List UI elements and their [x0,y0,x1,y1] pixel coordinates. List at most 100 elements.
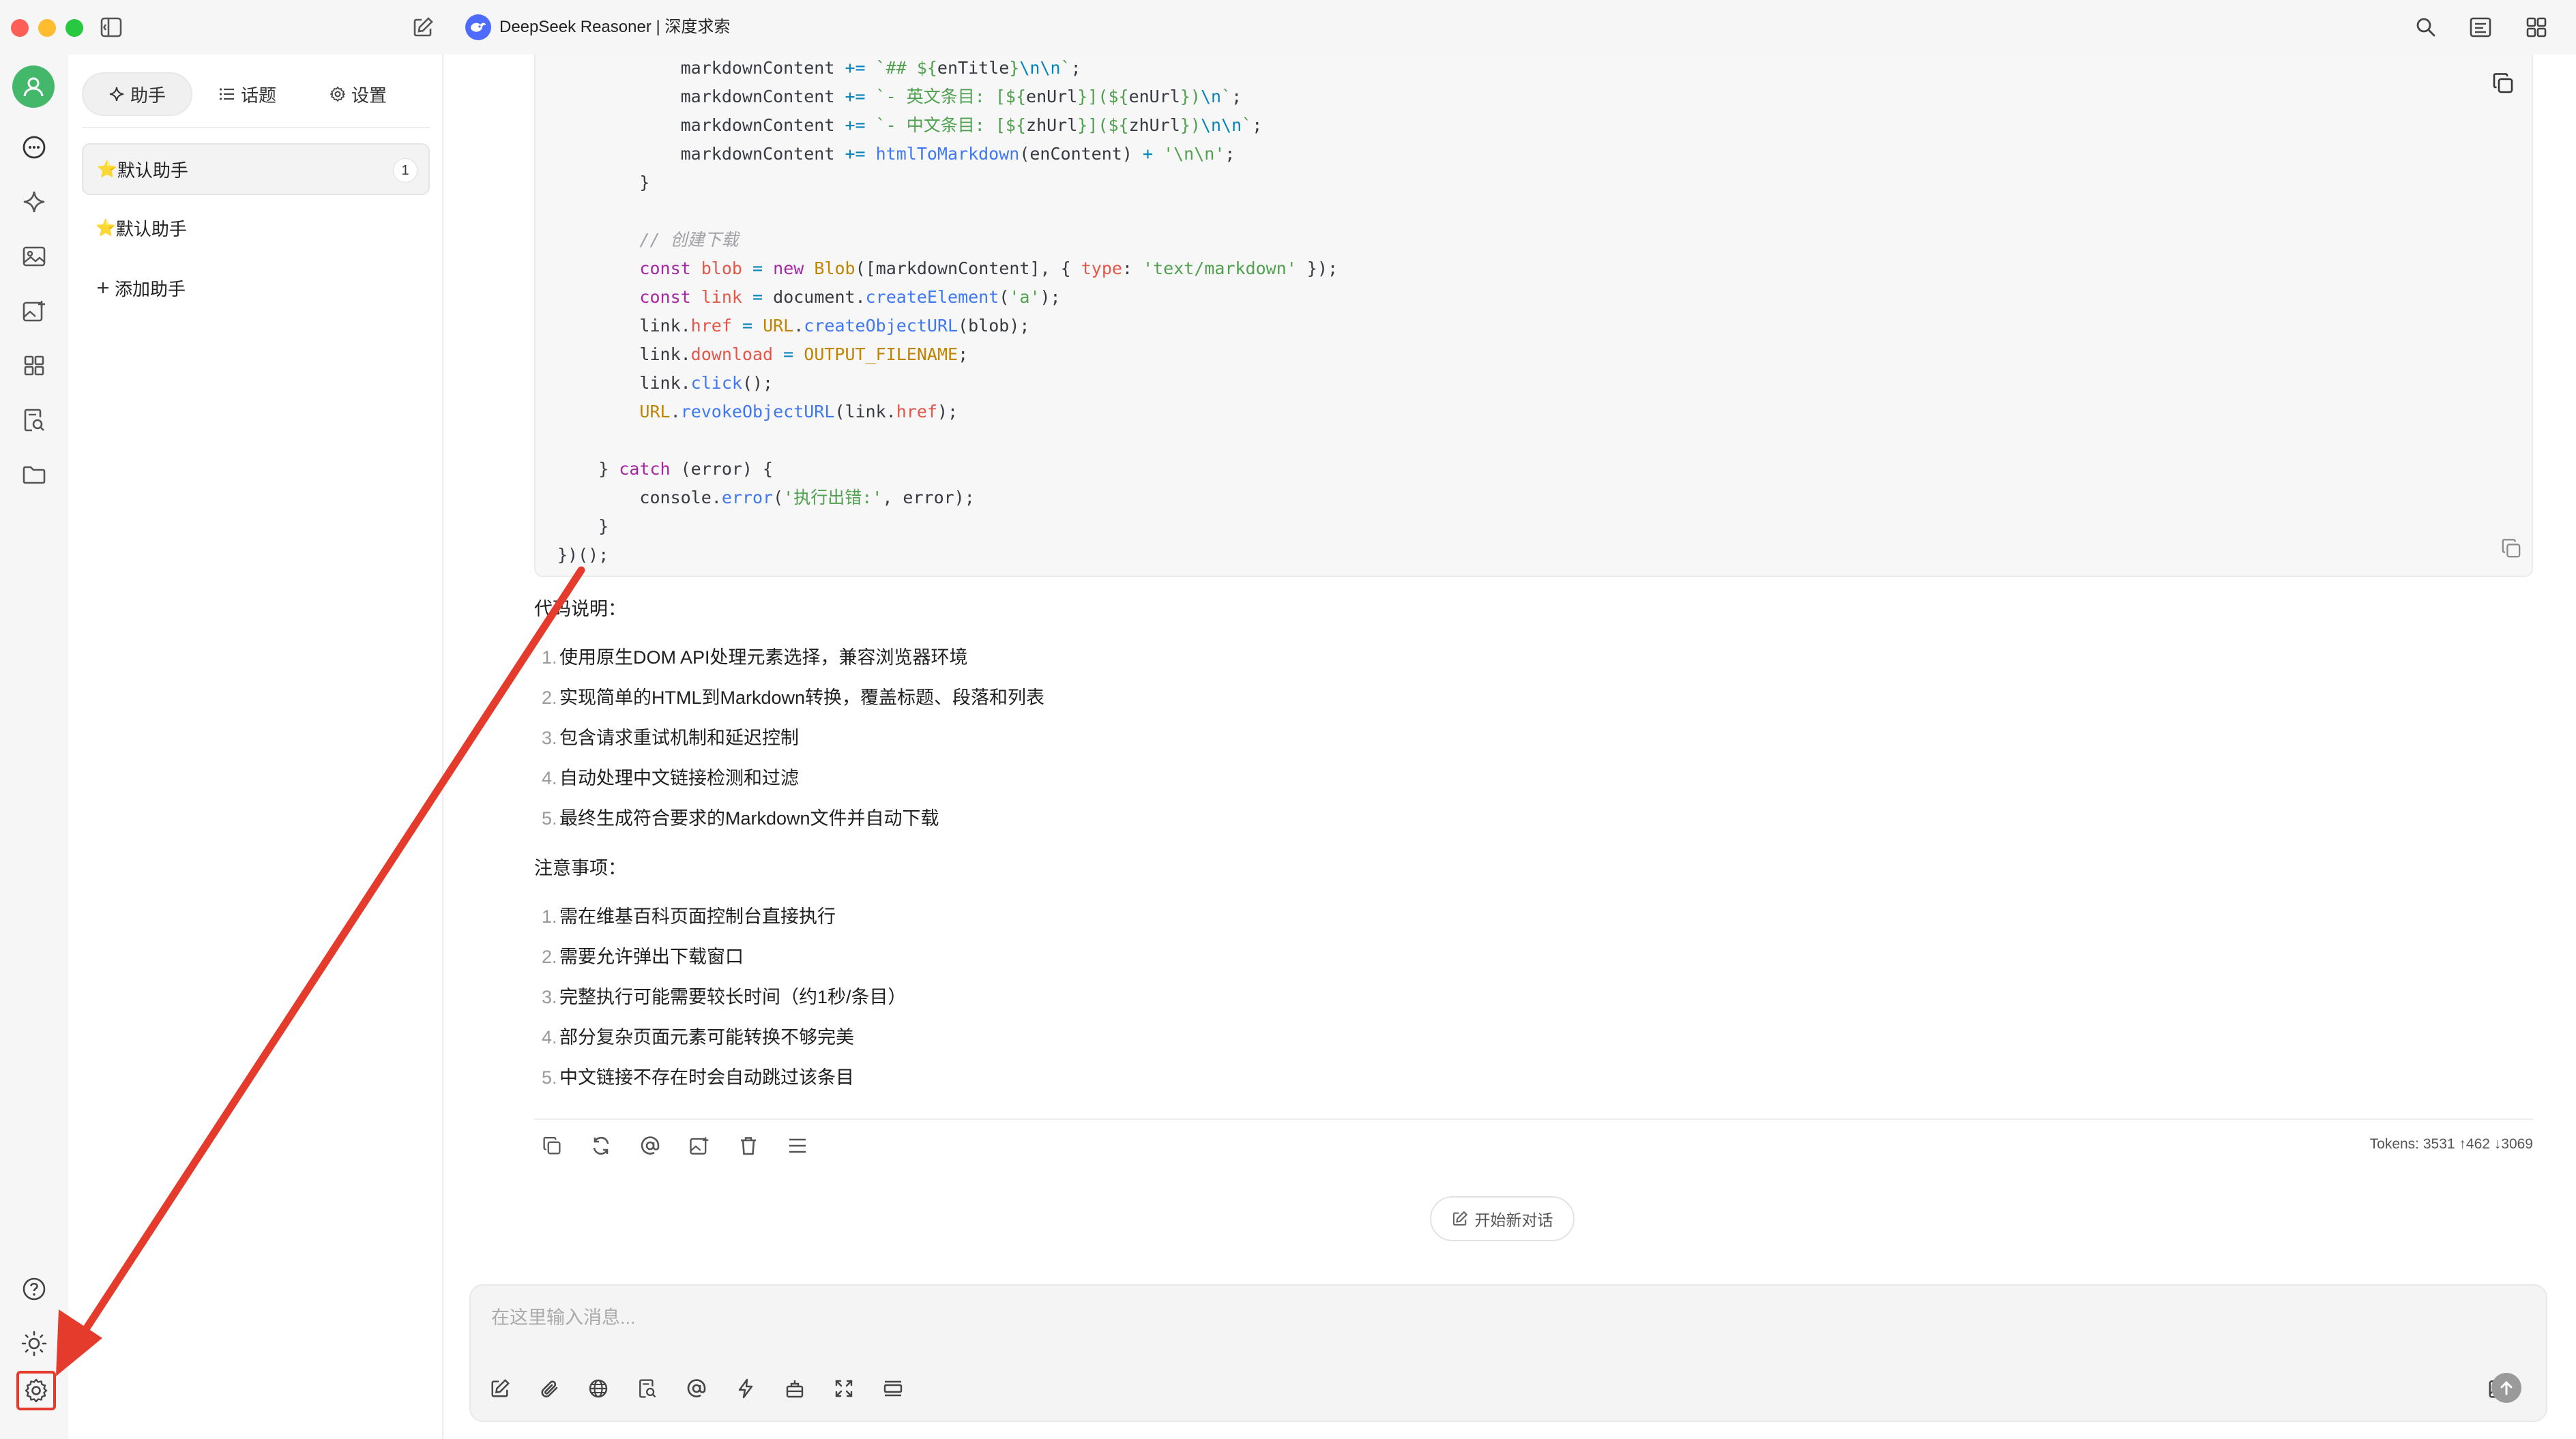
deepseek-logo-icon [465,14,491,40]
knowledge-search-icon[interactable] [18,404,50,436]
list-item: 3. 包含请求重试机制和延迟控制 [542,728,799,748]
list-item: 4. 自动处理中文链接检测和过滤 [542,768,799,788]
code-line: link.href = URL.createObjectURL(blob); [557,316,1030,336]
code-block: markdownContent += `## ${enTitle}\n\n`; … [534,55,2533,577]
chat-main: markdownContent += `## ${enTitle}\n\n`; … [443,55,2576,1439]
assistant-item-default[interactable]: ⭐ 默认助手 1 [82,143,430,195]
web-search-globe-icon[interactable] [584,1374,613,1403]
theme-sun-icon[interactable] [18,1327,50,1360]
attachment-icon[interactable] [535,1374,564,1403]
code-line: const link = document.createElement('a')… [639,287,1061,307]
list-item: 1. 使用原生DOM API处理元素选择，兼容浏览器环境 [542,647,968,668]
code-line: markdownContent += `- 英文条目: [${enUrl}]($… [557,87,1242,106]
folder-icon[interactable] [18,458,50,491]
explain-heading: 代码说明： [534,599,626,619]
regenerate-icon[interactable] [587,1132,615,1159]
window-maximize-button[interactable] [65,19,83,37]
settings-gear-icon[interactable] [16,1371,56,1410]
message-composer [469,1284,2547,1422]
layout-icon[interactable] [2467,14,2494,41]
code-copy-bottom-icon[interactable] [2498,535,2525,562]
list-item: 1. 需在维基百科页面控制台直接执行 [542,906,836,927]
delete-trash-icon[interactable] [735,1132,762,1159]
arrow-up-icon [2500,1381,2513,1395]
token-usage: Tokens: 3531 ↑462 ↓3069 [2369,1136,2533,1152]
code-line: } [557,516,609,536]
tab-assistants-label: 助手 [130,85,166,106]
apps-grid-icon[interactable] [18,349,50,382]
menu-icon[interactable] [784,1132,811,1159]
star-icon: ⭐ [96,218,116,237]
help-icon[interactable] [18,1273,50,1305]
window-title: DeepSeek Reasoner | 深度求索 [499,18,731,36]
add-assistant-button[interactable]: 添加助手 [82,262,430,314]
tab-settings-label: 设置 [351,85,387,106]
app-rail [0,55,68,1439]
window-minimize-button[interactable] [38,19,56,37]
assistant-sidebar: 助手 话题 设置 ⭐ 默认助手 1 ⭐ 默认助手 添加助手 [68,55,443,1439]
code-line: URL.revokeObjectURL(link.href); [639,402,958,421]
sidebar-tabs: 助手 话题 设置 [82,67,430,128]
code-line: })(); [557,545,609,565]
assistant-item-default-2[interactable]: ⭐ 默认助手 [82,202,430,254]
new-topic-icon[interactable] [409,14,437,41]
sparkle-icon [109,87,124,102]
agents-sparkle-icon[interactable] [18,186,50,218]
list-item: 3. 完整执行可能需要较长时间（约1秒/条目） [542,987,907,1007]
mention-icon[interactable] [636,1132,664,1159]
list-item: 5. 最终生成符合要求的Markdown文件并自动下载 [542,808,939,829]
assistant-name: 默认助手 [115,218,187,239]
tab-assistants[interactable]: 助手 [82,72,192,116]
notes-heading: 注意事项： [534,858,626,878]
apps-grid-icon[interactable] [2523,14,2550,41]
edit-icon [1452,1211,1467,1226]
new-chat-button[interactable]: 开始新对话 [1430,1196,1575,1241]
add-assistant-label: 添加助手 [115,278,186,299]
title-bar: DeepSeek Reasoner | 深度求索 [0,0,2576,55]
window-close-button[interactable] [11,19,29,37]
quick-phrase-lightning-icon[interactable] [731,1374,760,1403]
image-generate-icon[interactable] [18,295,50,327]
message-input[interactable] [491,1301,2470,1335]
list-item: 2. 需要允许弹出下载窗口 [542,947,744,967]
star-icon: ⭐ [97,160,117,179]
knowledge-base-icon[interactable] [633,1374,662,1403]
mcp-tools-icon[interactable] [780,1374,809,1403]
plus-icon [98,282,108,293]
code-line: markdownContent += `- 中文条目: [${zhUrl}]($… [557,115,1263,135]
user-avatar[interactable] [12,65,55,108]
toggle-sidebar-icon[interactable] [98,14,125,41]
list-item: 5. 中文链接不存在时会自动跳过该条目 [542,1067,854,1088]
code-line: } [557,173,650,192]
tab-settings[interactable]: 设置 [303,72,413,116]
expand-icon[interactable] [830,1374,858,1403]
code-line: markdownContent += htmlToMarkdown(enCont… [557,144,1235,164]
topic-count-badge: 1 [393,158,418,183]
code-line: console.error('执行出错:', error); [557,488,975,507]
assistant-name: 默认助手 [117,160,188,181]
code-line: const blob = new Blob([markdownContent],… [639,258,1338,278]
code-copy-icon[interactable] [2489,70,2517,97]
clear-context-icon[interactable] [879,1374,907,1403]
send-button[interactable] [2491,1373,2521,1403]
code-line: } catch (error) { [557,459,774,479]
new-topic-icon[interactable] [486,1374,514,1403]
search-icon[interactable] [2412,14,2440,41]
list-item: 2. 实现简单的HTML到Markdown转换，覆盖标题、段落和列表 [542,687,1045,708]
image-export-icon[interactable] [686,1132,713,1159]
code-line: markdownContent += `## ${enTitle}\n\n`; [557,58,1081,78]
copy-icon[interactable] [538,1132,566,1159]
code-line: // 创建下载 [639,230,739,250]
image-icon[interactable] [18,240,50,273]
list-item: 4. 部分复杂页面元素可能转换不够完美 [542,1027,854,1048]
mention-model-icon[interactable] [682,1374,711,1403]
new-chat-label: 开始新对话 [1474,1211,1553,1229]
tab-topics[interactable]: 话题 [192,72,303,116]
chat-icon[interactable] [18,131,50,164]
gear-icon [330,87,345,102]
list-icon [219,88,234,100]
tab-topics-label: 话题 [240,85,276,106]
code-line: link.click(); [557,373,774,393]
message-actions: Tokens: 3531 ↑462 ↓3069 [534,1118,2533,1166]
code-line: link.download = OUTPUT_FILENAME; [557,344,969,364]
